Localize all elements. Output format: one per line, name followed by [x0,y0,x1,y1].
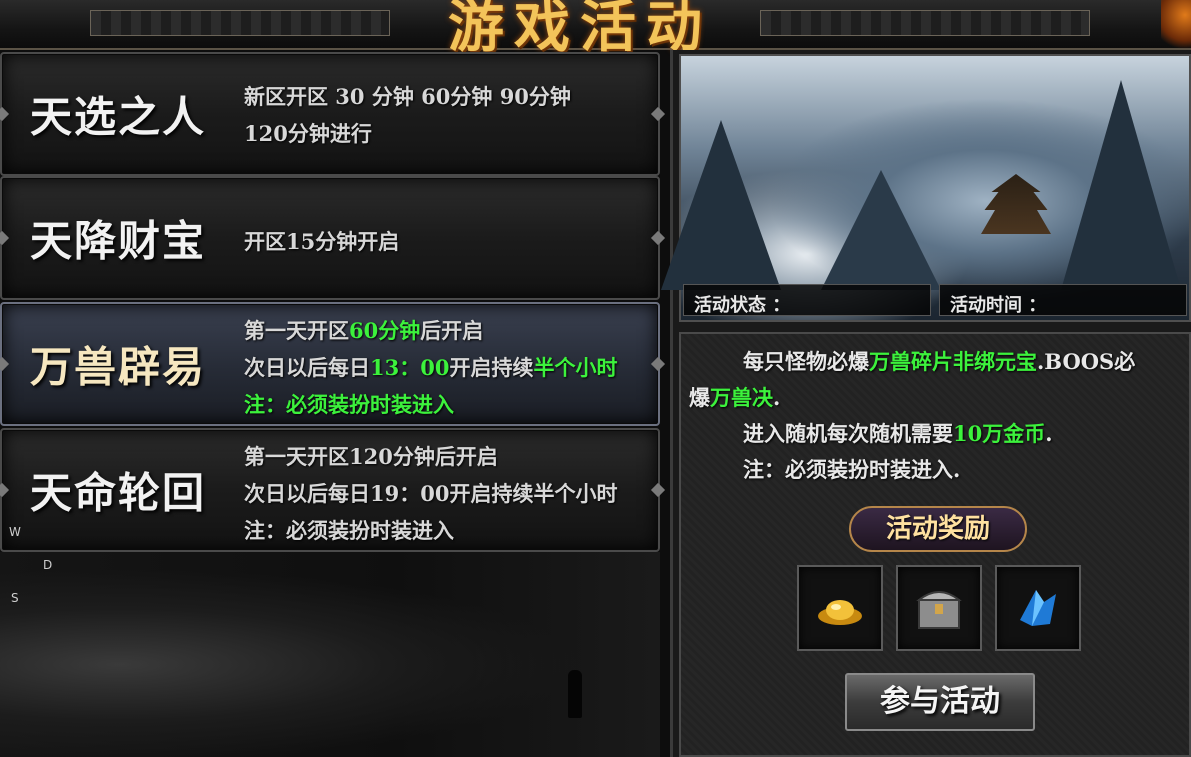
event-row-tianxuan[interactable]: 天选之人 新区开区 30 分钟 60分钟 90分钟 120分钟进行 [0,52,660,176]
dragon-artwork [0,552,660,757]
event-description-segment: 第一天开区120分钟后开启 [244,444,498,469]
event-name: 天命轮回 [30,468,207,518]
event-description-line: 新区开区 30 分钟 60分钟 90分钟 [244,78,654,115]
reward-slot-gold[interactable] [797,565,883,651]
event-description-line: 开区15分钟开启 [244,223,654,260]
event-description-line: 第一天开区120分钟后开启 [244,438,654,475]
event-name: 万兽辟易 [30,342,207,392]
flame-decoration [1161,0,1191,50]
event-description-segment: 开区15分钟开启 [244,229,400,254]
event-row-wanshou[interactable]: 万兽辟易 第一天开区60分钟后开启 次日以后每日13：00开启持续半个小时 注：必须… [0,302,660,426]
event-description-segment: 后开启 [420,318,484,343]
reward-title: 活动奖励 [849,506,1027,552]
treasure-chest-icon [916,591,962,629]
event-description-segment: 次日以后每日19：00开启持续半个小时 [244,481,618,506]
join-event-button[interactable]: 参与活动 [845,673,1035,731]
event-description-segment: 次日以后每日 [244,355,370,380]
event-description-segment: 60分钟 [349,318,421,343]
status-strip: 活动状态 ： 活动时间 ： [679,282,1191,318]
event-row-tianming[interactable]: 天命轮回 第一天开区120分钟后开启次日以后每日19：00开启持续半个小时 注：必… [0,428,660,552]
event-description: 第一天开区120分钟后开启次日以后每日19：00开启持续半个小时 注：必须装扮时装… [244,438,654,549]
event-description-line: 120分钟进行 [244,115,654,152]
title-bar: 游戏活动 [0,0,1191,60]
event-description-segment: 新区开区 30 分钟 60分钟 90分钟 [244,84,571,109]
event-description-line: 第一天开区60分钟后开启 [244,312,654,349]
event-info-box: 每只怪物必爆万兽碎片非绑元宝.BOOS必 爆万兽决. 进入随机每次随机需要10万… [679,332,1191,757]
event-name: 天降财宝 [30,216,207,266]
event-description-line: 次日以后每日13：00开启持续半个小时 [244,349,654,386]
event-row-tianjiang[interactable]: 天降财宝 开区15分钟开启 [0,176,660,300]
event-description-line: 次日以后每日19：00开启持续半个小时 [244,475,654,512]
event-description: 新区开区 30 分钟 60分钟 90分钟 120分钟进行 [244,78,654,152]
event-description-segment: 13：00 [370,355,450,380]
title-ornament-right [760,10,1090,36]
reward-slot-crystal[interactable] [995,565,1081,651]
event-description-segment: 注：必须装扮时装进入 [244,518,454,543]
pagoda-illustration [981,174,1051,234]
key-hint-w: W [9,525,21,539]
event-info-text: 每只怪物必爆万兽碎片非绑元宝.BOOS必 爆万兽决. 进入随机每次随机需要10万… [689,349,1136,482]
event-description-line: 注：必须装扮时装进入 [244,512,654,549]
event-description-segment: 120分钟进行 [244,121,372,146]
reward-slot-chest[interactable] [896,565,982,651]
event-name: 天选之人 [30,92,207,142]
warrior-silhouette [568,670,582,718]
event-description: 第一天开区60分钟后开启 次日以后每日13：00开启持续半个小时 注：必须装扮时装进… [244,312,654,423]
event-description-line: 注：必须装扮时装进入 [244,386,654,423]
event-description-segment: 注：必须装扮时装进入 [244,392,454,417]
event-description-segment: 半个小时 [533,355,618,380]
event-list: 天选之人 新区开区 30 分钟 60分钟 90分钟 120分钟进行 天降财宝 开区… [0,52,660,552]
event-description: 开区15分钟开启 [244,223,654,260]
event-description-segment: 第一天开区 [244,318,349,343]
key-hint-d: D [43,558,53,572]
event-status-label: 活动状态 ： [683,284,931,316]
blue-crystal-icon [1020,590,1056,626]
event-time-label: 活动时间 ： [939,284,1187,316]
event-detail-panel: 活动状态 ： 活动时间 ： 每只怪物必爆万兽碎片非绑元宝.BOOS必 爆万兽决.… [661,50,1191,757]
title-ornament-left [90,10,390,36]
gold-ingot-icon [818,600,862,625]
key-hint-s: S [11,591,19,605]
event-description-segment: 开启持续 [449,355,534,380]
